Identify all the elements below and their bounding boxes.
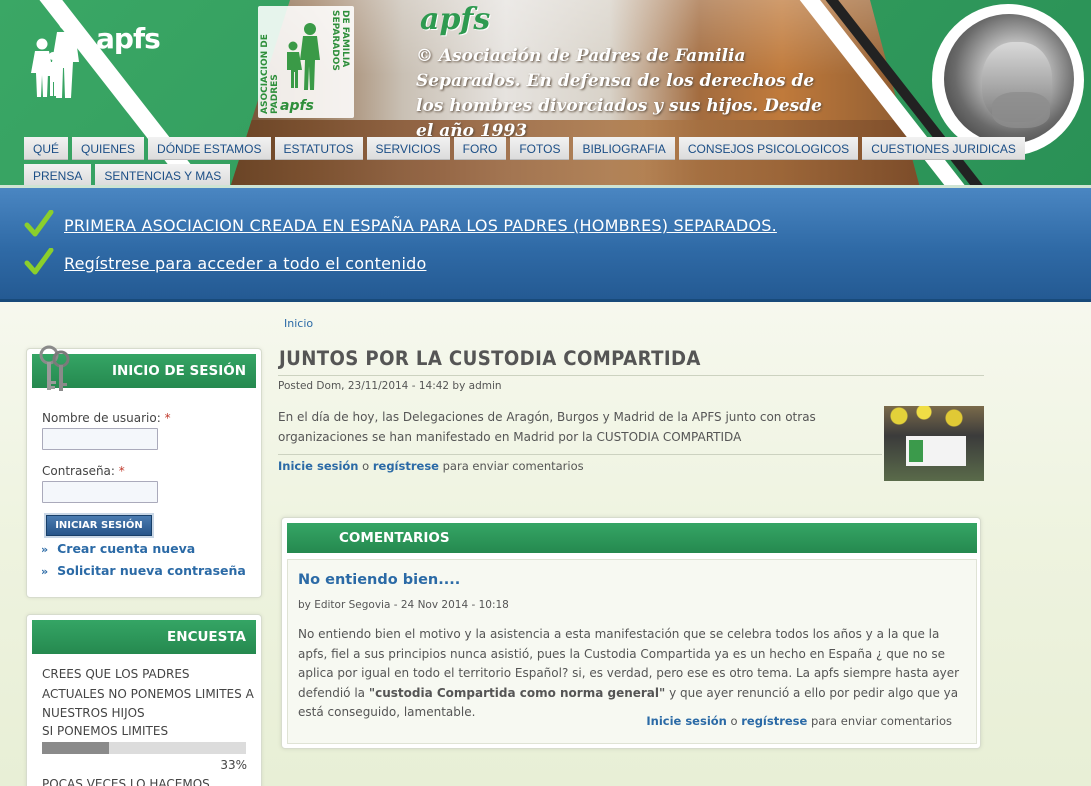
nav-row-1: QUÉ QUIENES DÓNDE ESTAMOS ESTATUTOS SERV… bbox=[24, 137, 1025, 160]
article-meta: Posted Dom, 23/11/2014 - 14:42 by admin bbox=[278, 380, 502, 392]
poll-option-2: POCAS VECES LO HACEMOS bbox=[42, 777, 210, 786]
comments-section: COMENTARIOS No entiendo bien.... by Edit… bbox=[281, 517, 981, 749]
nav-item-donde-estamos[interactable]: DÓNDE ESTAMOS bbox=[148, 137, 271, 160]
required-marker: * bbox=[118, 464, 125, 478]
poll-percent: 33% bbox=[220, 758, 247, 772]
article-body: En el día de hoy, las Delegaciones de Ar… bbox=[278, 410, 816, 444]
checkmark-icon bbox=[24, 210, 54, 237]
header-portrait bbox=[944, 14, 1074, 144]
username-label-text: Nombre de usuario: bbox=[42, 411, 161, 425]
comment-links: Inicie sesión o regístrese para enviar c… bbox=[646, 714, 952, 728]
password-label-text: Contraseña: bbox=[42, 464, 115, 478]
or-text: o bbox=[362, 459, 370, 473]
username-input[interactable] bbox=[42, 428, 158, 450]
register-link[interactable]: regístrese bbox=[373, 459, 439, 473]
nav-row-2: PRENSA SENTENCIAS Y MAS bbox=[24, 164, 964, 187]
checkmark-icon bbox=[24, 248, 54, 275]
thumbnail-banner bbox=[906, 436, 966, 466]
username-label: Nombre de usuario: * bbox=[42, 411, 171, 425]
nav-item-foro[interactable]: FORO bbox=[453, 137, 507, 160]
login-link[interactable]: Inicie sesión bbox=[278, 459, 359, 473]
article-thumbnail[interactable] bbox=[884, 406, 984, 481]
register-link[interactable]: regístrese bbox=[741, 714, 807, 728]
logo-text-left: ASOCIACION DE PADRES bbox=[260, 34, 280, 114]
nav-item-quienes[interactable]: QUIENES bbox=[72, 137, 145, 160]
nav-item-prensa[interactable]: PRENSA bbox=[24, 164, 92, 187]
title-divider bbox=[278, 375, 984, 376]
nav-item-sentencias[interactable]: SENTENCIAS Y MAS bbox=[95, 164, 231, 187]
nav-item-consejos-psicologicos[interactable]: CONSEJOS PSICOLOGICOS bbox=[678, 137, 859, 160]
association-logo: ASOCIACION DE PADRES DE FAMILIA SEPARADO… bbox=[258, 6, 354, 118]
comment-item: No entiendo bien.... by Editor Segovia -… bbox=[287, 559, 977, 744]
poll-question: CREES QUE LOS PADRES ACTUALES NO PONEMOS… bbox=[42, 667, 254, 720]
banner-link-register[interactable]: Regístrese para acceder a todo el conten… bbox=[64, 254, 426, 273]
article-title[interactable]: JUNTOS POR LA CUSTODIA COMPARTIDA bbox=[279, 347, 701, 370]
nav-item-cuestiones-juridicas[interactable]: CUESTIONES JURIDICAS bbox=[862, 137, 1025, 160]
logo-label: apfs bbox=[280, 98, 314, 114]
comment-emphasis: "custodia Compartida como norma general" bbox=[368, 685, 666, 700]
main-navigation: QUÉ QUIENES DÓNDE ESTAMOS ESTATUTOS SERV… bbox=[24, 137, 1025, 188]
poll-result-fill bbox=[42, 742, 110, 754]
required-marker: * bbox=[164, 411, 171, 425]
poll-title: ENCUESTA bbox=[32, 620, 256, 654]
comment-meta: by Editor Segovia - 24 Nov 2014 - 10:18 bbox=[298, 599, 509, 611]
login-button[interactable]: INICIAR SESIÓN bbox=[46, 515, 152, 536]
banner-line-2: Regístrese para acceder a todo el conten… bbox=[24, 248, 426, 278]
nav-item-que[interactable]: QUÉ bbox=[24, 137, 69, 160]
thumbnail-balloons bbox=[884, 406, 984, 430]
poll-result-bar bbox=[42, 742, 246, 754]
or-text: o bbox=[730, 714, 738, 728]
poll-block: ENCUESTA CREES QUE LOS PADRES ACTUALES N… bbox=[26, 614, 262, 786]
bullet-icon: » bbox=[41, 543, 49, 556]
comment-hint: para enviar comentarios bbox=[810, 714, 952, 728]
comment-body: No entiendo bien el motivo y la asistenc… bbox=[298, 625, 964, 723]
comment-title[interactable]: No entiendo bien.... bbox=[298, 572, 460, 588]
family-silhouette-logo[interactable] bbox=[28, 14, 88, 100]
article-links: Inicie sesión o regístrese para enviar c… bbox=[278, 459, 584, 473]
poll-option-1: SI PONEMOS LIMITES bbox=[42, 724, 169, 738]
breadcrumb[interactable]: Inicio bbox=[284, 317, 313, 330]
article-divider bbox=[278, 454, 882, 455]
comment-hint: para enviar comentarios bbox=[442, 459, 584, 473]
header-title: apfs bbox=[420, 2, 491, 37]
family-logo-icon bbox=[287, 23, 320, 90]
nav-item-bibliografia[interactable]: BIBLIOGRAFIA bbox=[573, 137, 675, 160]
password-input[interactable] bbox=[42, 481, 158, 503]
announcement-banner: PRIMERA ASOCIACION CREADA EN ESPAÑA PARA… bbox=[0, 188, 1091, 302]
keys-icon bbox=[39, 345, 70, 391]
request-password-label: Solicitar nueva contraseña bbox=[57, 563, 246, 578]
bullet-icon: » bbox=[41, 565, 49, 578]
site-brand[interactable]: apfs bbox=[96, 22, 161, 55]
login-link[interactable]: Inicie sesión bbox=[646, 714, 727, 728]
create-account-link[interactable]: » Crear cuenta nueva bbox=[41, 541, 195, 556]
nav-item-servicios[interactable]: SERVICIOS bbox=[366, 137, 450, 160]
request-password-link[interactable]: » Solicitar nueva contraseña bbox=[41, 563, 246, 578]
logo-text-right: DE FAMILIA SEPARADOS bbox=[330, 10, 350, 71]
site-header: apfs ASOCIACION DE PADRES DE FAMILIA SEP… bbox=[0, 0, 1091, 188]
nav-item-fotos[interactable]: FOTOS bbox=[510, 137, 570, 160]
nav-item-estatutos[interactable]: ESTATUTOS bbox=[274, 137, 363, 160]
login-block: INICIO DE SESIÓN Nombre de usuario: * Co… bbox=[26, 345, 262, 598]
password-label: Contraseña: * bbox=[42, 464, 125, 478]
banner-line-1: PRIMERA ASOCIACION CREADA EN ESPAÑA PARA… bbox=[24, 210, 777, 240]
header-tagline: © Asociación de Padres de Familia Separa… bbox=[416, 46, 822, 141]
create-account-label: Crear cuenta nueva bbox=[57, 541, 196, 556]
banner-link-primera[interactable]: PRIMERA ASOCIACION CREADA EN ESPAÑA PARA… bbox=[64, 216, 777, 235]
comments-title: COMENTARIOS bbox=[287, 523, 977, 553]
